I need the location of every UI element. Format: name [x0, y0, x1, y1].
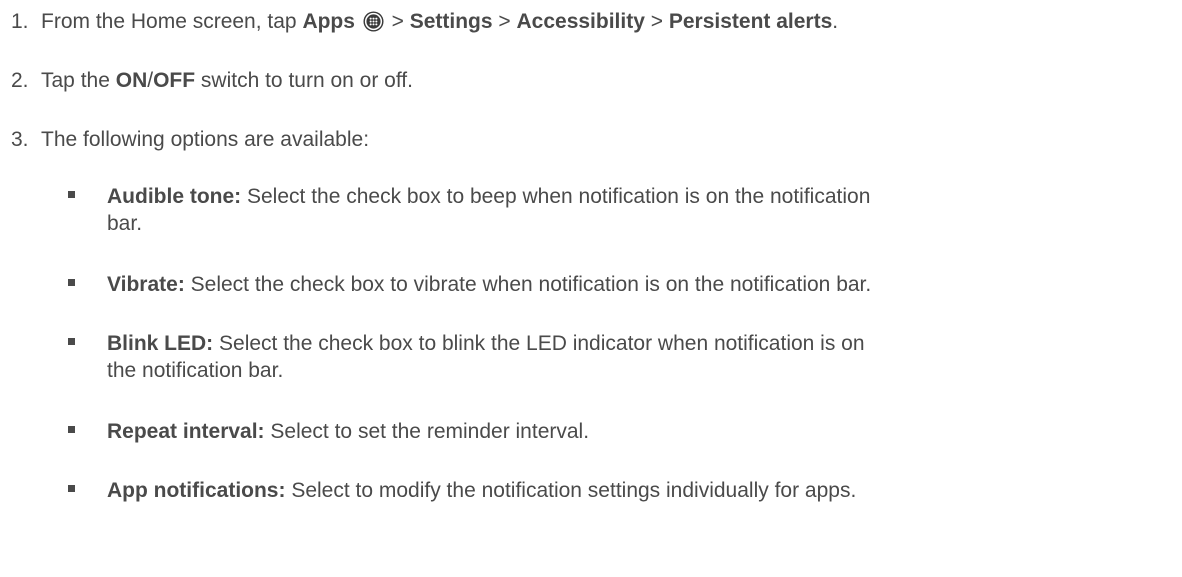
option-text: Blink LED: Select the check box to blink…	[107, 330, 1170, 384]
step-text-part: >	[492, 10, 517, 33]
settings-label: Settings	[409, 10, 493, 33]
option-label: Vibrate:	[107, 273, 185, 296]
off-label: OFF	[153, 69, 196, 92]
option-label: App notifications:	[107, 479, 286, 502]
option-text: App notifications: Select to modify the …	[107, 477, 1170, 504]
option-text: Repeat interval: Select to set the remin…	[107, 418, 1170, 445]
step-number: 3.	[11, 128, 29, 151]
option-description: Select to set the reminder interval.	[264, 420, 590, 443]
bullet-square-icon	[68, 426, 75, 433]
step-text: Tap the ON/OFF switch to turn on or off.	[41, 67, 1178, 94]
bullet-square-icon	[68, 191, 75, 198]
step-text-part: switch to turn on or off.	[195, 69, 413, 92]
accessibility-label: Accessibility	[516, 10, 645, 33]
persistent-alerts-label: Persistent alerts	[668, 10, 833, 33]
option-label: Audible tone:	[107, 185, 242, 208]
option-description: Select the check box to blink the LED in…	[213, 332, 865, 355]
option-label: Repeat interval:	[107, 420, 265, 443]
step-text: From the Home screen, tap Apps > Setting…	[41, 8, 1178, 35]
on-label: ON	[115, 69, 148, 92]
option-description: Select to modify the notification settin…	[285, 479, 857, 502]
step-text-part: >	[644, 10, 669, 33]
instruction-document: 1. From the Home screen, tap Apps > Sett…	[0, 0, 1182, 577]
option-text: Audible tone: Select the check box to be…	[107, 183, 1170, 237]
option-text: Vibrate: Select the check box to vibrate…	[107, 271, 1170, 298]
option-description: Select the check box to beep when notifi…	[241, 185, 871, 208]
step-text: The following options are available:	[41, 128, 370, 151]
option-label: Blink LED:	[107, 332, 214, 355]
bullet-square-icon	[68, 338, 75, 345]
apps-label: Apps	[302, 10, 355, 33]
option-description: Select the check box to vibrate when not…	[184, 273, 872, 296]
bullet-square-icon	[68, 279, 75, 286]
step-number: 2.	[11, 69, 29, 92]
step-text-part: >	[385, 10, 410, 33]
option-description-cont: bar.	[107, 212, 143, 235]
step-text-part: .	[832, 10, 839, 33]
option-description-cont: the notification bar.	[107, 359, 284, 382]
step-text-part: Tap the	[41, 69, 116, 92]
step-number: 1.	[11, 10, 29, 33]
bullet-square-icon	[68, 485, 75, 492]
apps-grid-icon	[363, 11, 384, 32]
step-text-part: From the Home screen, tap	[41, 10, 303, 33]
